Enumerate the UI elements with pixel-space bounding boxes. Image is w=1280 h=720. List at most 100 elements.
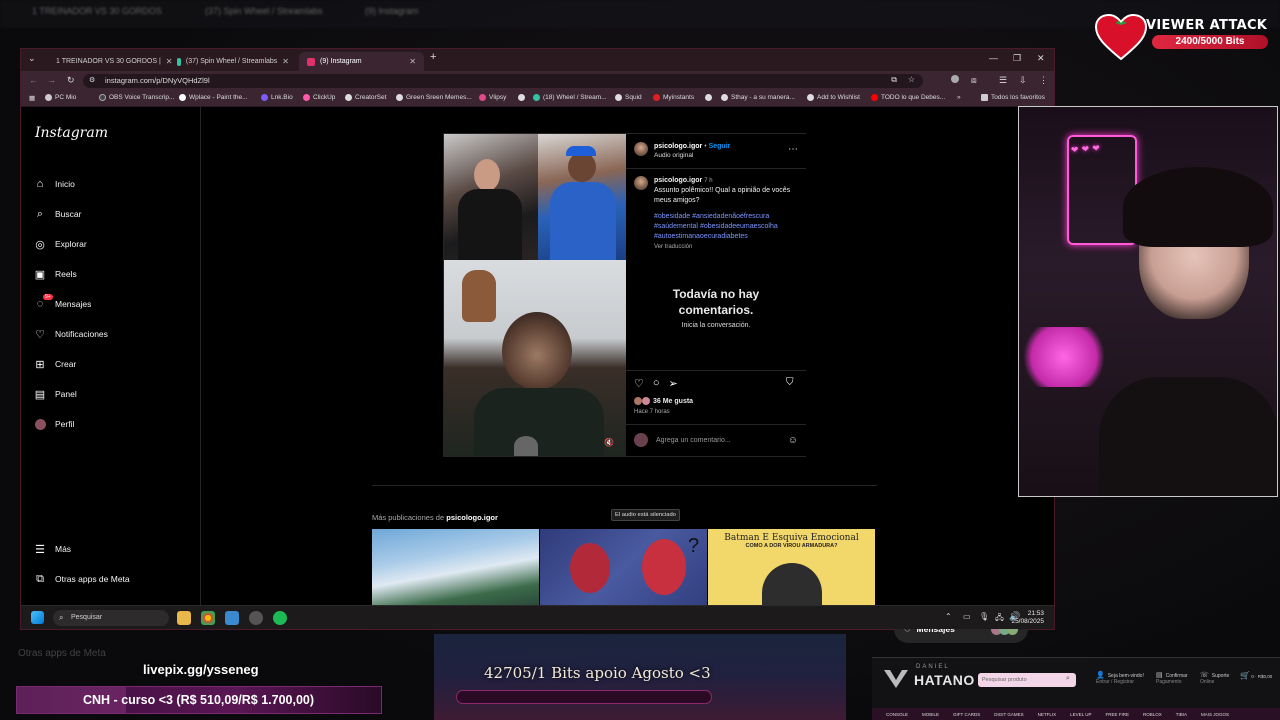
bookmark-item[interactable]: Lnk.Bio (261, 94, 293, 101)
download-icon[interactable]: ⇩ (1019, 75, 1027, 86)
extensions-icon[interactable]: ⧈ (971, 75, 977, 86)
store-payment-link[interactable]: ▤ Confirmar Pagamento (1156, 672, 1188, 685)
bookmark-item[interactable]: Myinstants (653, 94, 694, 101)
emoji-icon[interactable]: ☺ (788, 435, 798, 446)
store-menu-item[interactable]: LEVEL UP (1070, 712, 1091, 717)
close-window-icon[interactable]: ✕ (1037, 53, 1045, 64)
minimize-icon[interactable]: — (989, 53, 998, 63)
reading-list-icon[interactable]: ☰ (999, 75, 1007, 86)
bookmark-item[interactable]: Add to Wishlist (807, 94, 860, 101)
forward-icon[interactable]: → (47, 75, 56, 85)
store-search-icon[interactable]: ⌕ (1066, 675, 1070, 683)
microphone-icon[interactable]: 🎙 (979, 612, 989, 621)
sidebar-item-mas[interactable]: ☰ Más (33, 542, 71, 556)
store-menu-item[interactable]: FREE FIRE (1106, 712, 1130, 717)
bookmark-item[interactable]: Wplace - Paint the... (179, 94, 248, 101)
hashtag[interactable]: #saúdemental (654, 223, 698, 230)
sidebar-item-meta-apps[interactable]: ⧉ Otras apps de Meta (33, 572, 130, 586)
author-username[interactable]: psicologo.igor (654, 143, 702, 150)
tab-instagram[interactable]: (9) Instagram ✕ (299, 52, 424, 71)
spotify-icon[interactable] (273, 611, 287, 625)
bookmark-item[interactable]: Sthay - a su manera... (721, 94, 795, 101)
instagram-logo[interactable]: Instagram (35, 125, 108, 141)
restore-icon[interactable]: ❐ (1013, 53, 1021, 64)
obs-icon[interactable] (249, 611, 263, 625)
back-icon[interactable]: ← (29, 75, 38, 85)
store-cart[interactable]: 🛒 0 · R$0,00 (1240, 672, 1272, 680)
store-menu-item[interactable]: DIGIT GAMES (994, 712, 1023, 717)
sidebar-item-crear[interactable]: ⊞ Crear (33, 357, 76, 371)
profile-icon[interactable] (951, 75, 959, 83)
store-menu-item[interactable]: CONSOLE (886, 712, 908, 717)
address-bar[interactable]: ⚙ instagram.com/p/DNyVQHdZl9l ⧉ ☆ (83, 74, 923, 88)
network-icon[interactable]: 🖧 (995, 612, 1004, 626)
tab-youtube[interactable]: 1 TREINADOR VS 30 GORDOS | ✕ (43, 52, 172, 71)
store-support-link[interactable]: ☏ Suporte Online (1200, 672, 1229, 685)
taskbar-search[interactable]: ⌕ Pesquisar (53, 610, 169, 626)
file-explorer-icon[interactable] (177, 611, 191, 625)
bookmarks-overflow-icon[interactable]: » (957, 94, 961, 101)
close-tab-icon[interactable]: ✕ (409, 57, 416, 66)
bookmark-item[interactable] (518, 94, 525, 101)
author-avatar[interactable] (634, 142, 648, 156)
tab-search-icon[interactable]: ⌄ (28, 53, 36, 64)
hashtag[interactable]: #obesidade (654, 213, 690, 220)
store-menu-item[interactable]: MOBILE (922, 712, 939, 717)
clock[interactable]: 21:53 25/08/2025 (1011, 610, 1044, 626)
post-media[interactable]: 🔇 (444, 134, 626, 456)
follow-button[interactable]: Seguir (709, 143, 731, 150)
audio-label[interactable]: Audio original (654, 152, 693, 159)
apps-grid-icon[interactable]: ▦ (29, 94, 35, 102)
store-menu-item[interactable]: ROBLOX (1143, 712, 1162, 717)
sidebar-item-perfil[interactable]: Perfil (33, 417, 74, 431)
comment-input[interactable]: Agrega un comentario... (656, 437, 780, 444)
reload-icon[interactable]: ↻ (67, 75, 75, 86)
store-login-link[interactable]: 👤 Seja bem-vindo! Entrar / Registrar (1096, 672, 1144, 685)
windows-start-icon[interactable] (31, 611, 44, 624)
comment-icon[interactable]: ○ (653, 377, 660, 390)
sidebar-item-reels[interactable]: ▣ Reels (33, 267, 77, 281)
close-tab-icon[interactable]: ✕ (282, 57, 289, 66)
sidebar-item-notificaciones[interactable]: ♡ Notificaciones (33, 327, 108, 341)
sidebar-item-panel[interactable]: ▤ Panel (33, 387, 77, 401)
bookmark-item[interactable]: PC Mio (45, 94, 76, 101)
store-menu-item[interactable]: GIFT CARDS (953, 712, 980, 717)
bookmark-item[interactable]: Green Sreen Memes... (396, 94, 472, 101)
sidebar-item-mensajes[interactable]: ◌ 9+ Mensajes (33, 294, 91, 311)
bookmark-item[interactable]: OBS Voice Transcrip... (99, 94, 174, 101)
post-thumbnail[interactable]: ? (540, 529, 707, 605)
bookmark-item[interactable]: (18) Wheel / Stream... (533, 94, 607, 101)
likes-row[interactable]: 36 Me gusta (634, 397, 693, 405)
store-menu-item[interactable]: TIBIA (1176, 712, 1187, 717)
more-options-icon[interactable]: ⋯ (788, 144, 798, 155)
comment-box[interactable]: Agrega un comentario... ☺ (634, 433, 798, 447)
new-tab-icon[interactable]: + (430, 51, 436, 63)
hashtag[interactable]: #ansiedadenãoéfrescura (692, 213, 769, 220)
browser-menu-icon[interactable]: ⋮ (1039, 75, 1048, 86)
hashtag[interactable]: #autoestimanaoecuradiabetes (654, 233, 748, 240)
store-menu-item[interactable]: NETFLIX (1038, 712, 1057, 717)
more-posts-user[interactable]: psicologo.igor (446, 513, 498, 522)
bookmark-item[interactable]: CreatorSet (345, 94, 386, 101)
share-icon[interactable]: ➢ (669, 377, 678, 390)
post-thumbnail[interactable]: Batman E Esquiva Emocional COMO A DOR VI… (708, 529, 875, 605)
store-search-input[interactable]: Pesquisar produto (978, 673, 1076, 687)
author-avatar[interactable] (634, 176, 648, 190)
chrome-icon[interactable] (201, 611, 215, 625)
bookmark-item[interactable]: Vlipsy (479, 94, 506, 101)
bookmark-item[interactable]: TODO lo que Debes... (871, 94, 945, 101)
post-thumbnail[interactable] (372, 529, 539, 605)
caption-username[interactable]: psicologo.igor (654, 177, 702, 184)
like-icon[interactable]: ♡ (634, 377, 644, 390)
display-icon[interactable]: ▭ (963, 612, 971, 621)
notepad-icon[interactable] (225, 611, 239, 625)
hashtag[interactable]: #obesidadeeumaescolha (700, 223, 778, 230)
sidebar-item-inicio[interactable]: ⌂ Inicio (33, 177, 75, 191)
translate-link[interactable]: Ver traducción (654, 244, 692, 250)
site-info-icon[interactable]: ⚙ (89, 76, 95, 84)
bookmark-item[interactable] (705, 94, 712, 101)
mute-icon[interactable]: 🔇 (604, 438, 614, 447)
bookmark-item[interactable]: Squid (615, 94, 642, 101)
sidebar-item-explorar[interactable]: ◎ Explorar (33, 237, 86, 251)
save-icon[interactable]: ⛉ (786, 377, 794, 388)
